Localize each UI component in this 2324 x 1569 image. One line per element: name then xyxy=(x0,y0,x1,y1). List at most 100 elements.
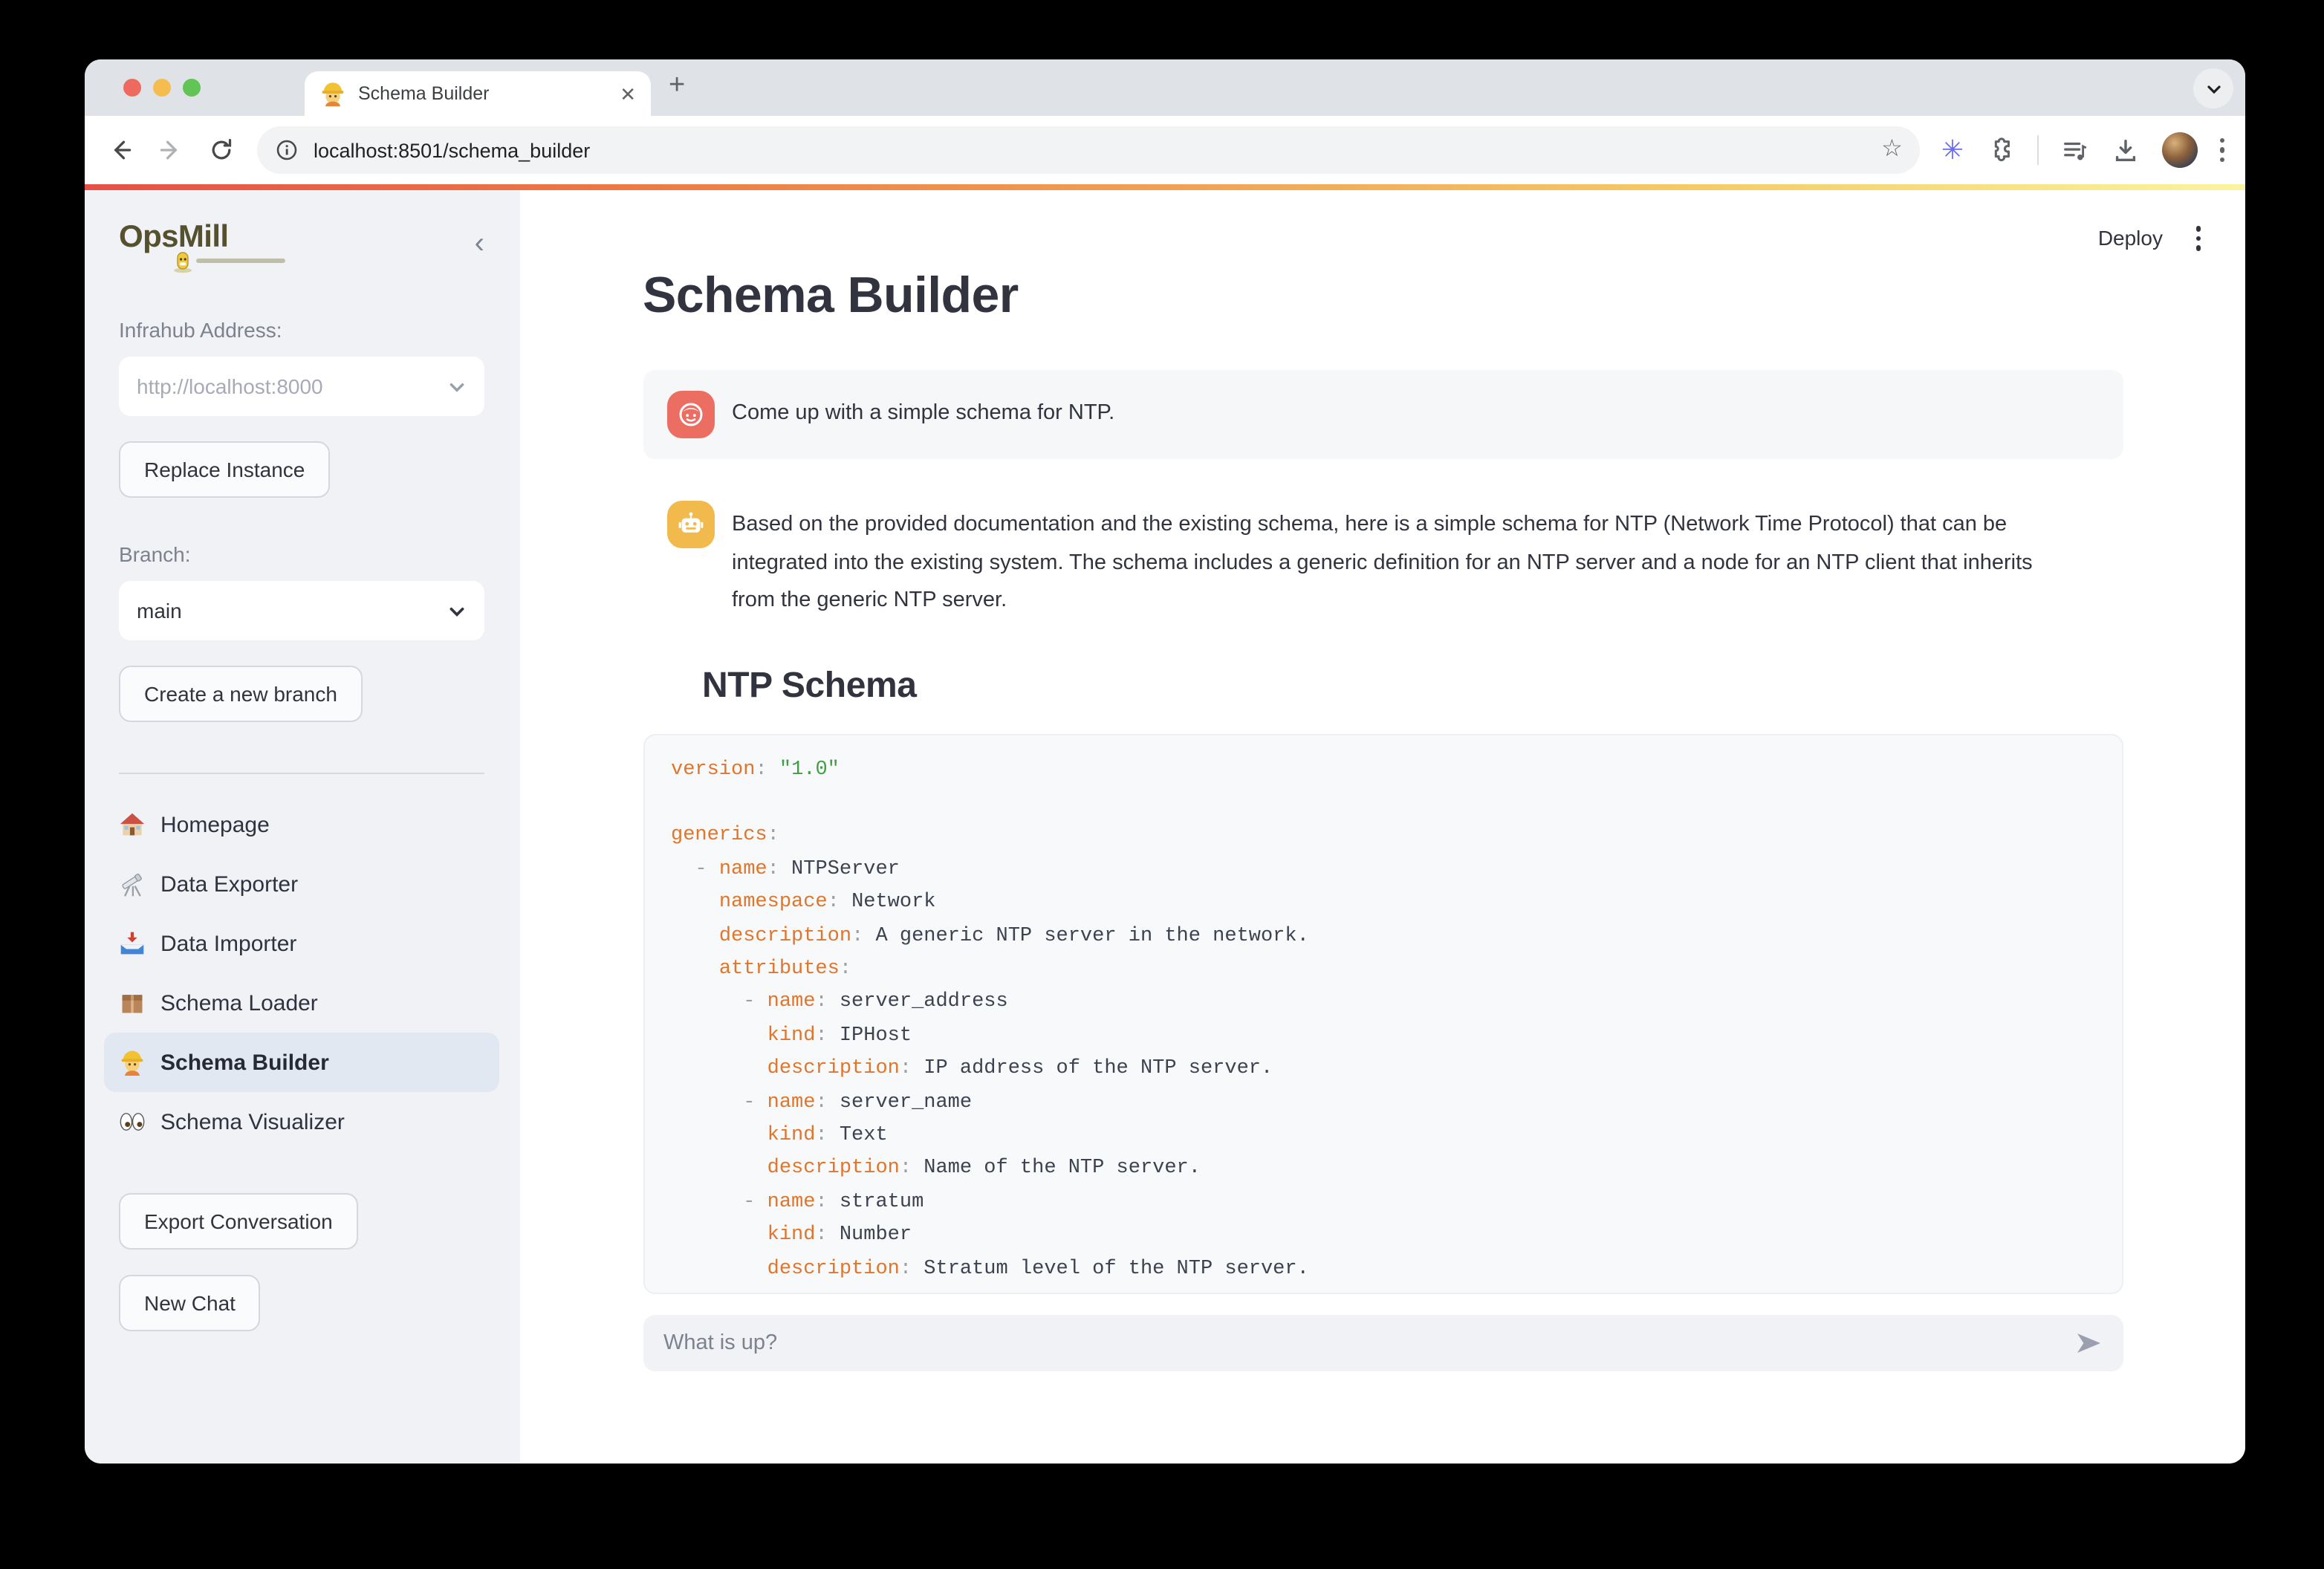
minimize-window-button[interactable] xyxy=(153,79,171,97)
code-line: description: IP address of the NTP serve… xyxy=(671,1053,2094,1087)
code-token: namespace xyxy=(719,891,828,914)
sidebar-divider xyxy=(119,773,484,774)
code-token: description xyxy=(767,1258,900,1280)
export-conversation-button[interactable]: Export Conversation xyxy=(119,1193,358,1250)
code-token: : xyxy=(815,1192,827,1214)
profile-avatar[interactable] xyxy=(2161,132,2197,168)
sidebar-collapse-icon[interactable]: ‹ xyxy=(475,229,484,259)
new-chat-button[interactable]: New Chat xyxy=(119,1275,261,1331)
code-token: : xyxy=(851,925,863,947)
new-tab-button[interactable]: + xyxy=(669,70,685,103)
schema-section-heading: NTP Schema xyxy=(702,665,2123,706)
sidebar-item-label: Homepage xyxy=(160,812,270,837)
code-token: : xyxy=(755,758,767,781)
code-token xyxy=(671,925,719,947)
code-token xyxy=(671,1192,743,1214)
code-token: name xyxy=(767,992,816,1014)
deploy-button[interactable]: Deploy xyxy=(2098,227,2163,250)
code-token xyxy=(671,1025,767,1047)
home-icon xyxy=(119,811,146,838)
app-menu-kebab-icon[interactable] xyxy=(2195,226,2201,250)
sidebar-item-schema-visualizer[interactable]: Schema Visualizer xyxy=(104,1092,499,1151)
page-title: Schema Builder xyxy=(643,267,2123,325)
code-line: kind: Number xyxy=(671,1220,2094,1253)
send-icon xyxy=(2072,1328,2103,1357)
code-token: : xyxy=(900,1258,912,1280)
code-token: - xyxy=(743,992,767,1014)
send-message-button[interactable] xyxy=(2072,1328,2103,1365)
sidebar-item-label: Data Importer xyxy=(160,931,296,956)
code-token: : xyxy=(900,1058,912,1080)
browser-menu-kebab-icon[interactable] xyxy=(2219,138,2224,163)
code-line: - name: NTPServer xyxy=(671,854,2094,887)
code-token: Number xyxy=(828,1224,912,1247)
code-token: IPHost xyxy=(828,1025,912,1047)
code-line: - name: stratum xyxy=(671,1187,2094,1221)
code-token: generics xyxy=(671,825,767,848)
yaml-code-block[interactable]: version: "1.0" generics: - name: NTPServ… xyxy=(643,733,2123,1293)
back-button[interactable] xyxy=(106,135,135,165)
code-token: IP address of the NTP server. xyxy=(912,1058,1273,1080)
code-token: - xyxy=(695,858,718,880)
url-bar[interactable]: localhost:8501/schema_builder ☆ xyxy=(257,126,1921,174)
code-line: kind: Text xyxy=(671,1120,2094,1154)
infrahub-address-select[interactable]: http://localhost:8000 xyxy=(119,357,484,416)
infrahub-address-label: Infrahub Address: xyxy=(119,318,484,342)
code-line xyxy=(671,787,2094,821)
sidebar-item-homepage[interactable]: Homepage xyxy=(104,795,499,854)
code-line: attributes: xyxy=(671,954,2094,987)
sidebar-item-label: Schema Builder xyxy=(160,1050,329,1075)
back-arrow-icon xyxy=(107,137,134,163)
telescope-icon xyxy=(119,871,146,897)
code-token xyxy=(671,891,719,914)
code-token: kind xyxy=(767,1224,816,1247)
tab-search-chevron-button[interactable] xyxy=(2193,68,2233,108)
bookmark-star-icon[interactable]: ☆ xyxy=(1881,138,1903,162)
code-token: : xyxy=(815,1091,827,1114)
forward-arrow-icon xyxy=(158,137,184,163)
code-token: attributes xyxy=(719,958,840,981)
site-info-icon[interactable] xyxy=(275,138,299,162)
main-content: Deploy Schema Builder Come up with a sim… xyxy=(520,190,2245,1464)
chat-input[interactable]: What is up? xyxy=(643,1314,2123,1371)
code-token xyxy=(671,1091,743,1114)
code-token: A generic NTP server in the network. xyxy=(863,925,1309,947)
extensions-puzzle-icon[interactable] xyxy=(1986,136,2014,164)
tab-close-icon[interactable]: ✕ xyxy=(620,84,636,103)
code-token: server_name xyxy=(828,1091,972,1114)
browser-tab[interactable]: Schema Builder ✕ xyxy=(305,71,651,116)
opsmill-mascot-icon xyxy=(172,250,193,273)
code-line: - name: server_name xyxy=(671,1087,2094,1120)
sidebar-item-label: Schema Visualizer xyxy=(160,1109,345,1134)
reload-button[interactable] xyxy=(207,135,236,165)
code-token xyxy=(767,758,779,781)
url-text[interactable]: localhost:8501/schema_builder xyxy=(314,139,1866,161)
downloads-icon[interactable] xyxy=(2111,136,2139,164)
sidebar-item-schema-builder[interactable]: Schema Builder xyxy=(104,1033,499,1092)
branch-select[interactable]: main xyxy=(119,581,484,640)
code-token xyxy=(671,1258,767,1280)
construction-worker-icon xyxy=(119,1049,146,1076)
sidebar-item-data-importer[interactable]: Data Importer xyxy=(104,914,499,973)
code-line: description: Name of the NTP server. xyxy=(671,1154,2094,1187)
reload-icon xyxy=(208,137,235,163)
code-token: Text xyxy=(828,1125,888,1147)
sidebar-item-schema-loader[interactable]: Schema Loader xyxy=(104,973,499,1033)
zoom-window-button[interactable] xyxy=(183,79,201,97)
code-token: name xyxy=(719,858,767,880)
code-token: : xyxy=(767,858,779,880)
code-line: kind: IPHost xyxy=(671,1021,2094,1054)
chevron-down-icon xyxy=(2204,79,2222,97)
close-window-button[interactable] xyxy=(123,79,141,97)
replace-instance-button[interactable]: Replace Instance xyxy=(119,441,330,498)
code-line: namespace: Network xyxy=(671,887,2094,920)
code-token: "1.0" xyxy=(779,758,840,781)
code-token xyxy=(671,858,695,880)
code-token: version xyxy=(671,758,755,781)
extension-asterisk-icon[interactable]: ✳ xyxy=(1941,137,1964,163)
forward-button[interactable] xyxy=(156,135,186,165)
create-branch-button[interactable]: Create a new branch xyxy=(119,666,363,722)
media-playlist-icon[interactable] xyxy=(2060,136,2088,164)
eyes-icon xyxy=(119,1108,146,1135)
sidebar-item-data-exporter[interactable]: Data Exporter xyxy=(104,854,499,914)
